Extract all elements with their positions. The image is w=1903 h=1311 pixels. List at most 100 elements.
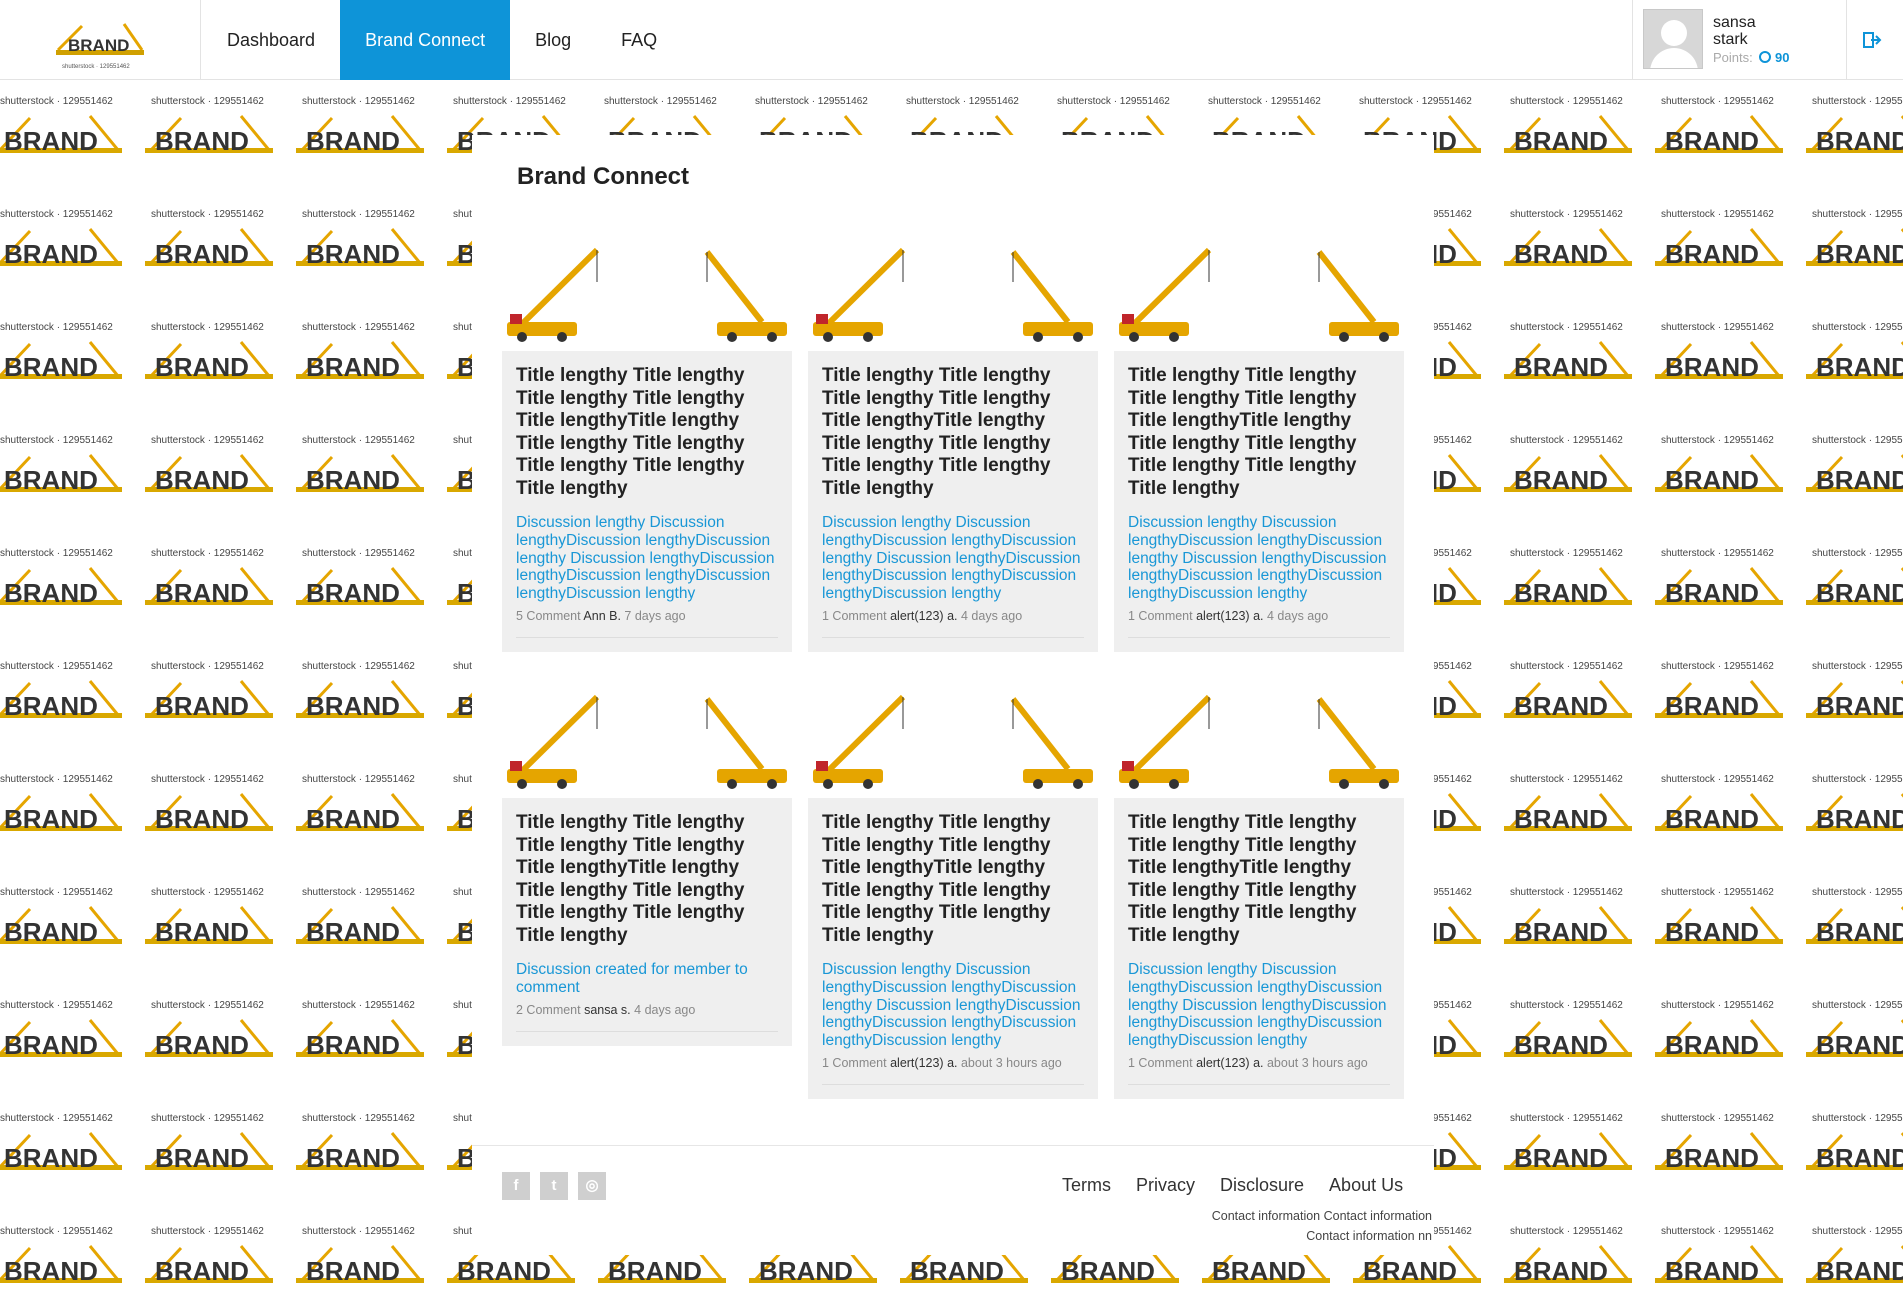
points-icon [1759,51,1771,63]
background-tile: shutterstock · 129551462 BRAND [1802,532,1903,645]
background-tile: shutterstock · 129551462 BRAND [1500,871,1650,984]
card-author[interactable]: alert(123) a. [1196,1056,1263,1070]
card-time: about 3 hours ago [960,1055,1062,1070]
footer-link-terms[interactable]: Terms [1062,1175,1111,1196]
card-title[interactable]: Title lengthy Title lengthy Title length… [1128,812,1390,947]
brand-logo[interactable]: BRAND shutterstock · 129551462 [0,0,201,80]
svg-text:BRAND: BRAND [1514,1143,1608,1173]
tile-caption: shutterstock · 129551462 [1661,1226,1774,1237]
background-tile: shutterstock · 129551462 BRAND [141,193,291,306]
background-tile: shutterstock · 129551462 BRAND [1802,984,1903,1097]
card-title[interactable]: Title lengthy Title lengthy Title length… [822,812,1084,947]
comment-count[interactable]: 1 Comment [822,1056,887,1070]
tile-caption: shutterstock · 129551462 [1661,322,1774,333]
brand-tile-icon: BRAND [1806,567,1903,608]
card-author[interactable]: sansa s. [584,1003,631,1017]
svg-text:BRAND: BRAND [306,239,400,269]
twitter-icon[interactable]: t [540,1172,568,1200]
card-author[interactable]: alert(123) a. [890,1056,957,1070]
tile-caption: shutterstock · 129551462 [1661,1113,1774,1124]
nav-blog[interactable]: Blog [510,0,596,80]
card-author[interactable]: alert(123) a. [890,609,957,623]
comment-count[interactable]: 5 Comment [516,609,581,623]
svg-text:BRAND: BRAND [306,1256,400,1286]
background-tile: shutterstock · 129551462 BRAND [0,419,140,532]
tile-caption: shutterstock · 129551462 [1661,96,1774,107]
brand-tile-icon: BRAND [1806,793,1903,834]
tile-caption: shutterstock · 129551462 [906,96,1019,107]
card-description[interactable]: Discussion lengthy Discussion lengthyDis… [822,514,1084,603]
footer-divider [472,1145,1434,1146]
tile-caption: shutterstock · 129551462 [151,322,264,333]
tile-caption: shutterstock · 129551462 [0,548,113,559]
nav-faq[interactable]: FAQ [596,0,682,80]
background-tile: shutterstock · 129551462 BRAND [292,193,442,306]
tile-caption: shutterstock · 129551462 [1359,96,1472,107]
brand-tile-icon: BRAND [1806,228,1903,269]
tile-caption: shutterstock · 129551462 [0,1000,113,1011]
card-image [502,233,792,351]
card-title[interactable]: Title lengthy Title lengthy Title length… [1128,365,1390,500]
card-description[interactable]: Discussion lengthy Discussion lengthyDis… [1128,961,1390,1050]
comment-count[interactable]: 1 Comment [822,609,887,623]
brand-tile-icon: BRAND [0,567,122,608]
brand-tile-icon: BRAND [1504,680,1632,721]
discussion-card[interactable]: Title lengthy Title lengthy Title length… [502,680,792,1046]
footer-link-privacy[interactable]: Privacy [1136,1175,1195,1196]
card-footer-gap [1114,1085,1404,1099]
background-tile: shutterstock · 129551462 BRAND [292,871,442,984]
footer-link-about-us[interactable]: About Us [1329,1175,1403,1196]
svg-text:BRAND: BRAND [306,804,400,834]
card-title[interactable]: Title lengthy Title lengthy Title length… [822,365,1084,500]
tile-caption: shutterstock · 129551462 [1510,1226,1623,1237]
svg-text:BRAND: BRAND [1514,1256,1608,1286]
tile-caption: shutterstock · 129551462 [302,774,415,785]
card-description[interactable]: Discussion created for member to comment [516,961,778,997]
comment-count[interactable]: 2 Comment [516,1003,581,1017]
background-tile: shutterstock · 129551462 BRAND [1802,1210,1903,1311]
user-last-name: stark [1713,31,1748,48]
avatar-head-shape [1661,20,1687,46]
svg-text:BRAND: BRAND [1665,691,1759,721]
card-description[interactable]: Discussion lengthy Discussion lengthyDis… [822,961,1084,1050]
discussion-card[interactable]: Title lengthy Title lengthy Title length… [1114,233,1404,652]
nav-dashboard[interactable]: Dashboard [202,0,340,80]
nav-brand-connect[interactable]: Brand Connect [340,0,511,80]
svg-text:BRAND: BRAND [4,691,98,721]
svg-text:BRAND: BRAND [1665,465,1759,495]
brand-tile-icon: BRAND [0,793,122,834]
facebook-icon[interactable]: f [502,1172,530,1200]
svg-text:BRAND: BRAND [1514,239,1608,269]
brand-tile-icon: BRAND [1504,228,1632,269]
tile-caption: shutterstock · 129551462 [1661,548,1774,559]
card-footer-gap [808,1085,1098,1099]
card-description[interactable]: Discussion lengthy Discussion lengthyDis… [516,514,778,603]
comment-count[interactable]: 1 Comment [1128,1056,1193,1070]
svg-text:BRAND: BRAND [1816,804,1903,834]
card-title[interactable]: Title lengthy Title lengthy Title length… [516,365,778,500]
tile-caption: shutterstock · 129551462 [1812,661,1903,672]
discussion-card[interactable]: Title lengthy Title lengthy Title length… [502,233,792,652]
tile-caption: shutterstock · 129551462 [1812,774,1903,785]
points-value: 90 [1775,50,1790,65]
comment-count[interactable]: 1 Comment [1128,609,1193,623]
logout-icon[interactable] [1862,30,1882,50]
footer-link-disclosure[interactable]: Disclosure [1220,1175,1304,1196]
discussion-card[interactable]: Title lengthy Title lengthy Title length… [808,233,1098,652]
avatar[interactable] [1643,9,1703,69]
brand-tile-icon: BRAND [145,567,273,608]
user-profile[interactable]: sansa stark Points: 90 [1632,0,1847,80]
brand-tile-icon: BRAND [1504,341,1632,382]
card-author[interactable]: Ann B. [583,609,621,623]
instagram-icon[interactable]: ◎ [578,1172,606,1200]
background-tile: shutterstock · 129551462 BRAND [141,306,291,419]
tile-caption: shutterstock · 129551462 [1510,887,1623,898]
background-tile: shutterstock · 129551462 BRAND [292,1097,442,1210]
card-author[interactable]: alert(123) a. [1196,609,1263,623]
tile-caption: shutterstock · 129551462 [0,96,113,107]
discussion-card[interactable]: Title lengthy Title lengthy Title length… [1114,680,1404,1099]
card-title[interactable]: Title lengthy Title lengthy Title length… [516,812,778,947]
card-description[interactable]: Discussion lengthy Discussion lengthyDis… [1128,514,1390,603]
svg-text:BRAND: BRAND [4,1030,98,1060]
discussion-card[interactable]: Title lengthy Title lengthy Title length… [808,680,1098,1099]
